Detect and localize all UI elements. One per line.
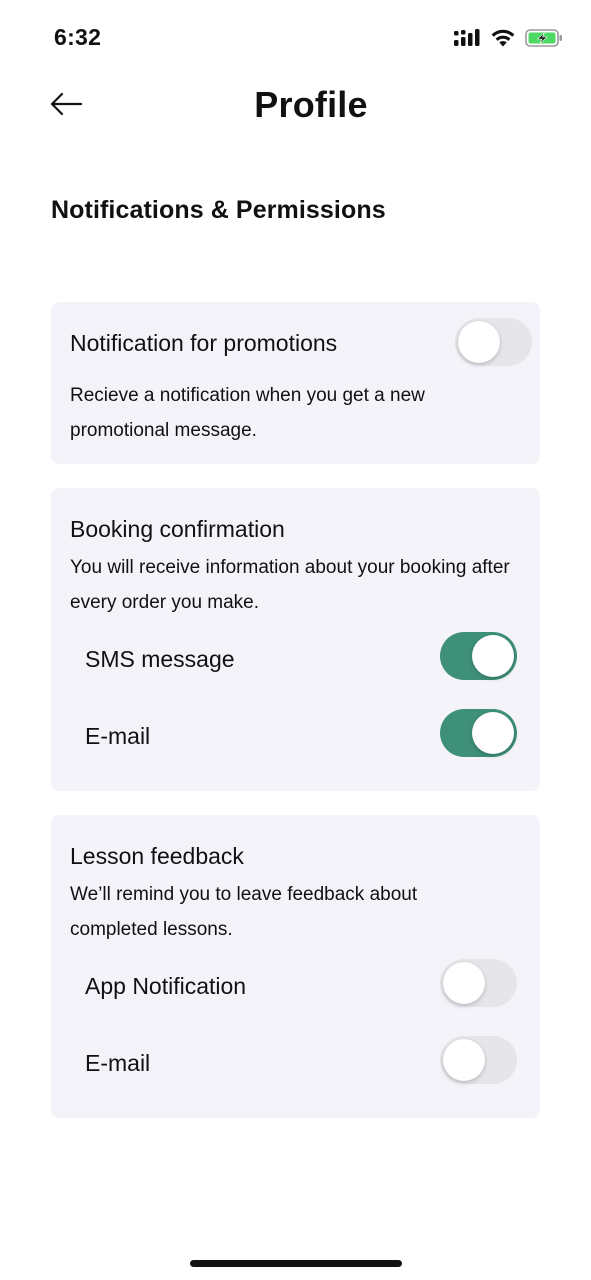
feedback-email-toggle[interactable] bbox=[440, 1036, 517, 1084]
toggle-knob bbox=[443, 1039, 485, 1081]
sms-message-label: SMS message bbox=[85, 646, 235, 672]
booking-description: You will receive information about your … bbox=[70, 557, 510, 613]
wifi-icon bbox=[491, 29, 515, 47]
sms-message-toggle[interactable] bbox=[440, 632, 517, 680]
toggle-knob bbox=[472, 635, 514, 677]
status-icons bbox=[453, 26, 563, 50]
promotions-title: Notification for promotions bbox=[70, 330, 338, 356]
booking-card: Booking confirmation You will receive in… bbox=[51, 488, 540, 791]
promotions-toggle[interactable] bbox=[455, 318, 532, 366]
toggle-knob bbox=[458, 321, 500, 363]
status-time: 6:32 bbox=[54, 24, 102, 50]
app-notification-label: App Notification bbox=[85, 973, 247, 999]
booking-email-label: E-mail bbox=[85, 723, 151, 749]
booking-email-toggle[interactable] bbox=[440, 709, 517, 757]
page-title: Profile bbox=[254, 84, 368, 125]
feedback-card: Lesson feedback We’ll remind you to leav… bbox=[51, 815, 540, 1118]
feedback-description: We’ll remind you to leave feedback about… bbox=[70, 884, 418, 940]
app-notification-toggle[interactable] bbox=[440, 959, 517, 1007]
booking-title: Booking confirmation bbox=[70, 516, 285, 542]
cellular-signal-icon bbox=[454, 29, 480, 46]
toggle-knob bbox=[443, 962, 485, 1004]
toggle-knob bbox=[472, 712, 514, 754]
battery-charging-icon bbox=[525, 29, 562, 47]
promotions-description: Recieve a notification when you get a ne… bbox=[70, 385, 425, 441]
status-bar: 6:32 bbox=[0, 0, 591, 76]
section-heading: Notifications & Permissions bbox=[51, 196, 386, 224]
feedback-email-label: E-mail bbox=[85, 1050, 151, 1076]
promotions-card: Notification for promotions Recieve a no… bbox=[51, 302, 540, 464]
home-indicator bbox=[190, 1260, 402, 1267]
feedback-title: Lesson feedback bbox=[70, 843, 244, 869]
